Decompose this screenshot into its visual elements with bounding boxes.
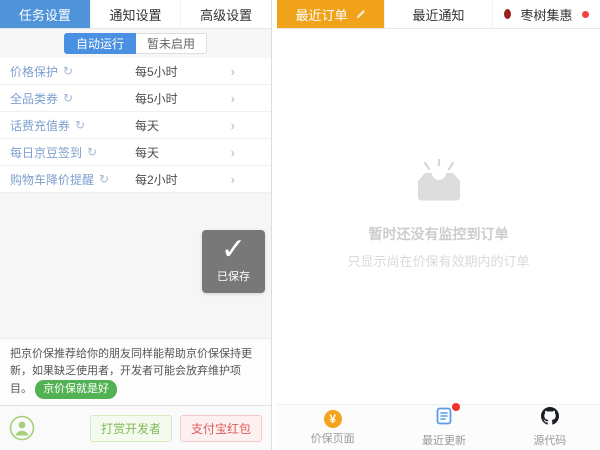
tab-advanced-settings[interactable]: 高级设置 bbox=[180, 0, 271, 28]
task-row-cart-price-alert[interactable]: 购物车降价提醒 ↻ 每2小时 › bbox=[0, 166, 271, 193]
task-row-daily-signin[interactable]: 每日京豆签到 ↻ 每天 › bbox=[0, 139, 271, 166]
task-frequency: 每5小时 bbox=[135, 64, 178, 79]
run-mode-toggle: 自动运行 暂未启用 bbox=[63, 33, 208, 54]
promo-badge-link[interactable]: 京价保就是好 bbox=[35, 379, 118, 399]
orders-panel: 最近订单 最近通知 枣树集惠 暂时还没有监控到订单 只显示尚在价保有效期内的订单… bbox=[277, 0, 600, 450]
task-label: 购物车降价提醒 bbox=[10, 172, 95, 187]
nav-label: 最近更新 bbox=[421, 435, 466, 447]
task-frequency: 每5小时 bbox=[135, 91, 178, 106]
empty-orders-state: 暂时还没有监控到订单 只显示尚在价保有效期内的订单 bbox=[277, 29, 600, 404]
tab-zaoshu-jihui-label: 枣树集惠 bbox=[520, 7, 573, 23]
refresh-icon[interactable]: ↻ bbox=[87, 145, 97, 159]
task-label: 每日京豆签到 bbox=[10, 145, 83, 160]
task-row-phone-coupon[interactable]: 话费充值券 ↻ 每天 › bbox=[0, 112, 271, 139]
orders-tabbar: 最近订单 最近通知 枣树集惠 bbox=[277, 0, 600, 29]
task-frequency: 每天 bbox=[135, 145, 160, 160]
chevron-right-icon: › bbox=[230, 63, 235, 79]
tab-task-settings[interactable]: 任务设置 bbox=[0, 0, 90, 28]
edit-pencil-icon bbox=[356, 9, 366, 19]
nav-source-code[interactable]: 源代码 bbox=[533, 407, 566, 448]
user-avatar-icon[interactable] bbox=[9, 415, 35, 441]
chevron-right-icon: › bbox=[230, 90, 235, 106]
donate-developer-button[interactable]: 打赏开发者 bbox=[89, 414, 172, 442]
check-icon: ✓ bbox=[220, 233, 247, 266]
saved-toast-label: 已保存 bbox=[217, 271, 250, 283]
task-label: 话费充值券 bbox=[10, 118, 71, 133]
promo-text-block: 把京价保推荐给你的朋友同样能帮助京价保保持更新，如果缺乏使用者，开发者可能会放弃… bbox=[0, 337, 271, 405]
orders-footer-nav: ¥ 价保页面 最近更新 源代码 bbox=[277, 403, 600, 450]
settings-panel: 任务设置 通知设置 高级设置 自动运行 暂未启用 价格保护 ↻ 每5小时 › 全… bbox=[0, 0, 272, 450]
github-icon bbox=[540, 407, 559, 430]
nav-price-protect-page[interactable]: ¥ 价保页面 bbox=[310, 409, 355, 446]
task-list: 价格保护 ↻ 每5小时 › 全品类券 ↻ 每5小时 › 话费充值券 ↻ 每天 ›… bbox=[0, 58, 271, 193]
notification-dot bbox=[581, 10, 589, 18]
alipay-red-packet-button[interactable]: 支付宝红包 bbox=[179, 414, 262, 442]
task-label: 价格保护 bbox=[10, 64, 59, 79]
tab-recent-orders-label: 最近订单 bbox=[295, 7, 348, 23]
refresh-icon[interactable]: ↻ bbox=[75, 118, 85, 132]
empty-state-title: 暂时还没有监控到订单 bbox=[368, 226, 509, 242]
refresh-icon[interactable]: ↻ bbox=[63, 91, 73, 105]
changelog-icon bbox=[435, 407, 453, 430]
task-row-price-protection[interactable]: 价格保护 ↻ 每5小时 › bbox=[0, 58, 271, 85]
tab-zaoshu-jihui[interactable]: 枣树集惠 bbox=[492, 0, 600, 28]
task-label: 全品类券 bbox=[10, 91, 59, 106]
refresh-icon[interactable]: ↻ bbox=[63, 64, 73, 78]
task-frequency: 每2小时 bbox=[135, 172, 178, 187]
tab-notification-settings[interactable]: 通知设置 bbox=[89, 0, 181, 28]
empty-state-subtitle: 只显示尚在价保有效期内的订单 bbox=[347, 254, 530, 269]
nav-label: 源代码 bbox=[533, 435, 567, 447]
tab-recent-notifications[interactable]: 最近通知 bbox=[384, 0, 492, 28]
nav-label: 价保页面 bbox=[310, 432, 355, 445]
task-frequency: 每天 bbox=[135, 118, 160, 133]
auto-run-toggle-on[interactable]: 自动运行 bbox=[63, 33, 136, 54]
settings-footer: 打赏开发者 支付宝红包 bbox=[0, 405, 271, 450]
run-mode-toggle-row: 自动运行 暂未启用 bbox=[0, 29, 271, 58]
empty-inbox-icon bbox=[412, 158, 466, 210]
jujube-icon bbox=[504, 9, 512, 19]
auto-run-toggle-off[interactable]: 暂未启用 bbox=[136, 33, 208, 54]
task-row-all-coupons[interactable]: 全品类券 ↻ 每5小时 › bbox=[0, 85, 271, 112]
chevron-right-icon: › bbox=[230, 117, 235, 133]
yuan-coin-icon: ¥ bbox=[323, 409, 342, 428]
refresh-icon[interactable]: ↻ bbox=[99, 172, 109, 186]
saved-toast: ✓ 已保存 bbox=[202, 230, 265, 293]
chevron-right-icon: › bbox=[230, 171, 235, 187]
tab-recent-orders[interactable]: 最近订单 bbox=[277, 0, 384, 28]
app-window: 任务设置 通知设置 高级设置 自动运行 暂未启用 价格保护 ↻ 每5小时 › 全… bbox=[0, 0, 600, 450]
update-badge-dot bbox=[451, 403, 460, 411]
chevron-right-icon: › bbox=[230, 144, 235, 160]
settings-tabbar: 任务设置 通知设置 高级设置 bbox=[0, 0, 271, 29]
nav-recent-updates[interactable]: 最近更新 bbox=[421, 403, 466, 448]
